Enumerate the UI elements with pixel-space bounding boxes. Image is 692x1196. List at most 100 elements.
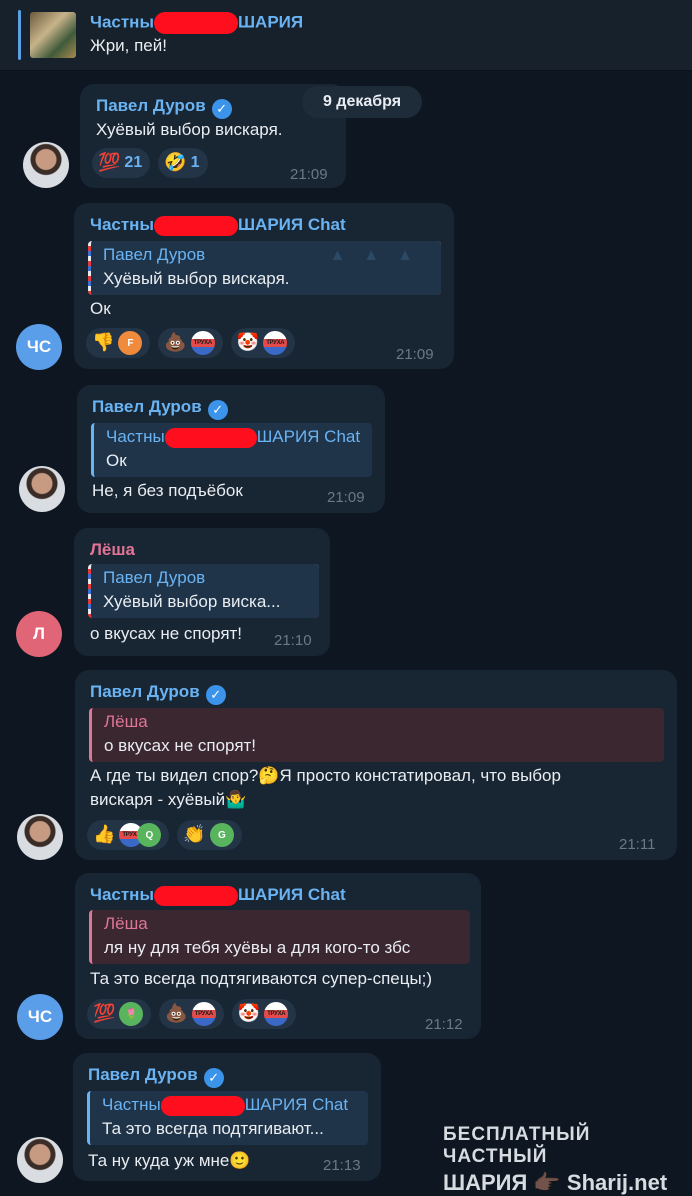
reactor-avatar: Q [137, 823, 162, 847]
message-bubble[interactable]: Павел Дуров ✓ Частны ШАРИЯ Chat Та это все… [73, 1053, 381, 1181]
avatar-chat[interactable]: ЧС [16, 324, 62, 370]
sender-name[interactable]: Лёша [90, 540, 135, 560]
redaction-mark [160, 1095, 245, 1116]
avatar-lesha[interactable]: Л [16, 611, 62, 657]
pinned-thumbnail [30, 12, 76, 58]
message-time: 21:11 [619, 836, 656, 853]
redaction-mark [153, 12, 238, 34]
message-text: Хуёвый выбор вискаря. [96, 120, 283, 139]
redaction-mark [164, 427, 257, 448]
reactor-avatar: ТРУХА [191, 1002, 216, 1026]
reply-quote[interactable]: Лёша о вкусах не спорят! [89, 708, 664, 762]
reactions-row: 💯 🌷 💩 ТРУХА 🤡 ТРУХА [87, 999, 297, 1029]
sender-name[interactable]: Частны ШАРИЯ Chat [90, 885, 346, 906]
reactions-row: 👍 ТРУХА Q 👏 G [87, 820, 242, 850]
sender-name[interactable]: Павел Дуров ✓ [90, 682, 226, 705]
avatar-pavel-durov[interactable] [17, 814, 63, 860]
avatar-pavel-durov[interactable] [23, 142, 69, 188]
reply-quote[interactable]: Частны ШАРИЯ Chat Та это всегда подтягива… [87, 1091, 368, 1145]
reactor-avatar: ТРУХА [190, 331, 215, 355]
clapping-hands-icon: 👏 [183, 824, 206, 845]
thumbs-down-icon: 👎 [92, 332, 115, 353]
reply-text: ля ну для тебя хуёвы а для кого-то збс [104, 938, 411, 957]
reply-text: Хуёвый выбор виска... [103, 592, 281, 611]
message-text-line-2: вискаря - хуёвый🤷‍♂️ [90, 790, 247, 809]
date-separator: 9 декабря [302, 86, 422, 118]
reply-quote[interactable]: Лёша ля ну для тебя хуёвы а для кого-то … [89, 910, 470, 964]
pinned-title-start: Частны [90, 12, 154, 32]
pile-of-poo-icon: 💩 [165, 1003, 188, 1024]
verified-badge-icon: ✓ [211, 99, 232, 119]
watermark-line-2: ШАРИЯ 👉🏿 Sharij.net [443, 1170, 668, 1195]
message-time: 21:13 [323, 1157, 361, 1174]
reactions-row: 👎 F 💩 ТРУХА 🤡 ТРУХА [86, 328, 296, 358]
pinned-title-end: ШАРИЯ [237, 12, 304, 32]
message-time: 21:09 [327, 489, 365, 506]
message-time: 21:10 [274, 632, 312, 649]
sender-name[interactable]: Павел Дуров ✓ [92, 397, 228, 420]
message-bubble[interactable]: Павел Дуров ✓ Частны ШАРИЯ Chat Ок Не, я б… [77, 385, 385, 513]
message-text: Не, я без подъёбок [92, 481, 243, 500]
reply-quote[interactable]: Частны ШАРИЯ Chat Ок [91, 423, 372, 477]
message-text-line-1: А где ты видел спор?🤔Я просто констатиро… [90, 766, 561, 785]
sender-name[interactable]: Павел Дуров ✓ [88, 1065, 224, 1088]
reply-name: Павел Дуров [103, 568, 206, 587]
message-time: 21:09 [396, 346, 434, 363]
reply-text: Та это всегда подтягивают... [102, 1119, 324, 1138]
message-bubble[interactable]: Частны ШАРИЯ Chat Павел Дуров Хуёвый выбо… [74, 203, 454, 369]
reaction-pill[interactable]: 🤡 ТРУХА [230, 328, 296, 358]
message-time: 21:12 [425, 1016, 463, 1033]
pinned-message-bar[interactable]: Частны ШАРИЯ Жри, пей! [0, 0, 692, 71]
reaction-pill[interactable]: 👎 F [86, 328, 151, 358]
reaction-count: 1 [190, 154, 200, 171]
hundred-points-icon: 💯 [93, 1003, 116, 1024]
avatar-pavel-durov[interactable] [19, 466, 65, 512]
reaction-pill[interactable]: 👍 ТРУХА Q [87, 820, 170, 850]
reply-name: Лёша [104, 914, 148, 933]
pinned-title: Частны ШАРИЯ [90, 12, 303, 34]
reaction-pill[interactable]: 💩 ТРУХА [159, 999, 224, 1029]
verified-badge-icon: ✓ [203, 1068, 224, 1088]
reaction-pill[interactable]: 👏 G [177, 820, 242, 850]
reply-text: о вкусах не спорят! [104, 736, 257, 755]
reactor-avatar: ТРУХА [264, 1002, 289, 1026]
hundred-points-icon: 💯 [98, 152, 121, 173]
verified-badge-icon: ✓ [207, 400, 228, 420]
pinned-text: Жри, пей! [90, 36, 167, 55]
watermark: БЕСПЛАТНЫЙ ЧАСТНЫЙ ШАРИЯ 👉🏿 Sharij.net [443, 1124, 692, 1196]
message-time: 21:09 [290, 166, 328, 183]
message-text: Та это всегда подтягиваются супер-спецы;… [90, 969, 433, 988]
reaction-pill[interactable]: 💯 🌷 [87, 999, 152, 1029]
thumbs-up-icon: 👍 [93, 824, 116, 845]
reactor-avatar: F [118, 331, 143, 355]
clown-face-icon: 🤡 [236, 332, 260, 353]
bat-pattern-icon: ▲▲▲ [329, 247, 431, 264]
reply-text: Хуёвый выбор вискаря. [103, 269, 290, 288]
sender-name[interactable]: Частны ШАРИЯ Chat [90, 215, 346, 236]
message-bubble[interactable]: Лёша Павел Дуров Хуёвый выбор виска... о… [74, 528, 330, 656]
reactor-avatar: ТРУХА [263, 331, 288, 355]
reactor-avatar: G [209, 823, 234, 847]
message-bubble[interactable]: Частны ШАРИЯ Chat Лёша ля ну для тебя хуё… [75, 873, 481, 1039]
reply-text: Ок [106, 451, 127, 470]
verified-badge-icon: ✓ [205, 685, 226, 705]
reply-name: Лёша [104, 712, 148, 731]
clown-face-icon: 🤡 [237, 1003, 261, 1024]
reply-name: Павел Дуров [103, 245, 206, 264]
reply-quote[interactable]: Павел Дуров Хуёвый выбор вискаря. ▲▲▲ [88, 241, 441, 295]
reaction-pill[interactable]: 💩 ТРУХА [158, 328, 223, 358]
redaction-mark [153, 215, 238, 236]
message-text: о вкусах не спорят! [90, 624, 243, 643]
message-text: Ок [90, 299, 111, 318]
pinned-accent-bar [18, 10, 21, 60]
rolling-laughing-icon: 🤣 [164, 152, 187, 173]
reply-name: Частны ШАРИЯ Chat [102, 1095, 349, 1116]
reaction-pill[interactable]: 🤡 ТРУХА [231, 999, 297, 1029]
avatar-pavel-durov[interactable] [17, 1137, 63, 1183]
reply-quote[interactable]: Павел Дуров Хуёвый выбор виска... [88, 564, 319, 618]
sender-name[interactable]: Павел Дуров ✓ [96, 96, 232, 119]
avatar-chat[interactable]: ЧС [17, 994, 63, 1040]
reaction-pill[interactable]: 💯 21 [92, 148, 151, 178]
message-bubble[interactable]: Павел Дуров ✓ Лёша о вкусах не спорят! А … [75, 670, 677, 860]
reaction-pill[interactable]: 🤣 1 [158, 148, 208, 178]
